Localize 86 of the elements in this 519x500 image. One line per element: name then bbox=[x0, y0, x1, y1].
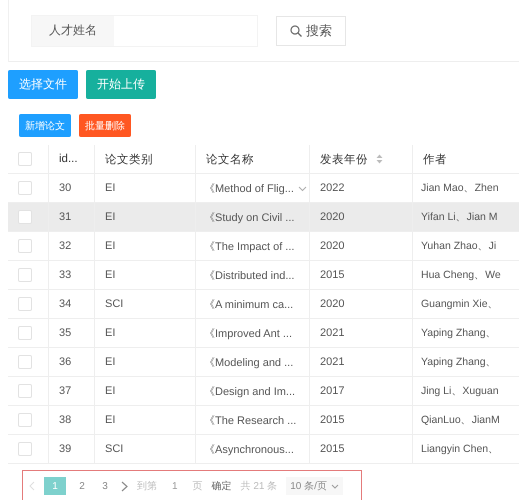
table-cell: EI bbox=[105, 269, 116, 281]
confirm-button[interactable]: 确定 bbox=[212, 479, 232, 493]
checkbox[interactable] bbox=[18, 268, 32, 282]
page-unit-label: 页 bbox=[192, 480, 203, 493]
checkbox[interactable] bbox=[18, 384, 32, 398]
table-row[interactable]: 39 SCI 《Asynchronous... 2015 Liangyin Chen、 bbox=[8, 434, 519, 464]
table-cell: Hua Cheng、We bbox=[421, 269, 501, 281]
table-cell: 35 bbox=[59, 327, 72, 339]
checkbox[interactable] bbox=[18, 442, 32, 456]
table-cell: 2015 bbox=[320, 443, 344, 455]
table-row[interactable]: 37 EI 《Design and Im... 2017 Jing Li、Xuguan bbox=[8, 376, 519, 406]
table-row[interactable]: 38 EI 《The Research ... 2015 QianLuo、JianM bbox=[8, 406, 519, 434]
table-cell: EI bbox=[105, 385, 116, 397]
table-cell: 《A minimum ca... bbox=[204, 298, 294, 310]
table-cell: 2017 bbox=[320, 385, 344, 397]
table-cell: EI bbox=[105, 182, 116, 194]
table-cell: Liangyin Chen、 bbox=[421, 443, 500, 455]
table-cell: EI bbox=[105, 414, 116, 426]
checkbox[interactable] bbox=[18, 297, 32, 311]
table-cell: 《Design and Im... bbox=[204, 386, 296, 398]
search-button[interactable]: 搜索 bbox=[276, 16, 346, 46]
table-cell: EI bbox=[105, 240, 116, 252]
table-cell: EI bbox=[105, 327, 116, 339]
chevron-right-icon[interactable] bbox=[121, 480, 128, 492]
goto-label: 到第 bbox=[137, 480, 157, 493]
table-cell: EI bbox=[105, 211, 116, 223]
table-cell: 2022 bbox=[320, 182, 344, 194]
table-cell: 2020 bbox=[320, 298, 344, 310]
table-cell: 34 bbox=[59, 298, 72, 310]
table-cell: Jing Li、Xuguan bbox=[421, 385, 499, 397]
table-cell: Guangmin Xie、 bbox=[421, 298, 499, 310]
table-cell: 30 bbox=[59, 182, 72, 194]
field-label: 人才姓名 bbox=[32, 16, 114, 46]
table-row[interactable]: 36 EI 《Modeling and ... 2021 Yaping Zhang、 bbox=[8, 348, 519, 376]
table-cell: 《Asynchronous... bbox=[204, 444, 294, 456]
table-row[interactable]: 35 EI 《Improved Ant ... 2021 Yaping Zhang、 bbox=[8, 318, 519, 348]
table-cell: SCI bbox=[105, 298, 124, 310]
sort-icon bbox=[376, 154, 383, 164]
table-cell: 《Modeling and ... bbox=[204, 356, 294, 368]
checkbox[interactable] bbox=[18, 326, 32, 340]
name-search-field[interactable]: 人才姓名 bbox=[31, 14, 258, 46]
table-row[interactable]: 31 EI 《Study on Civil ... 2020 Yifan Li、Jian M bbox=[8, 202, 519, 232]
table-row[interactable]: 33 EI 《Distributed ind... 2015 Hua Cheng、We bbox=[8, 260, 519, 290]
table-cell: 《Study on Civil ... bbox=[204, 212, 294, 224]
table-row[interactable]: 32 EI 《The Impact of ... 2020 Yuhan Zhao、Ji bbox=[8, 232, 519, 260]
chevron-down-icon[interactable] bbox=[298, 186, 307, 192]
table-cell: Yaping Zhang、 bbox=[421, 327, 497, 339]
checkbox[interactable] bbox=[18, 210, 32, 224]
table-row[interactable]: 34 SCI 《A minimum ca... 2020 Guangmin Xie、 bbox=[8, 290, 519, 318]
table-cell: 2020 bbox=[320, 240, 344, 252]
table-cell: 38 bbox=[59, 414, 72, 426]
checkbox[interactable] bbox=[18, 239, 32, 253]
table-cell: QianLuo、JianM bbox=[421, 414, 500, 426]
table-cell: 2020 bbox=[320, 211, 344, 223]
table-cell: 36 bbox=[59, 356, 72, 368]
chevron-left-icon bbox=[29, 481, 35, 491]
table-cell: Yaping Zhang、 bbox=[421, 356, 497, 368]
table-cell: 2015 bbox=[320, 269, 344, 281]
checkbox[interactable] bbox=[18, 181, 32, 195]
total-count: 共 21 条 bbox=[240, 480, 278, 493]
table-cell: 《The Impact of ... bbox=[204, 240, 294, 252]
table-cell: 31 bbox=[59, 211, 72, 223]
page-button[interactable]: 2 bbox=[75, 477, 89, 495]
table-cell: 2015 bbox=[320, 414, 344, 426]
table-cell: SCI bbox=[105, 443, 124, 455]
table-row[interactable]: 30 EI 《Method of Flig... 2022 Jian Mao、Zhen bbox=[8, 174, 519, 202]
table-cell: Yuhan Zhao、Ji bbox=[421, 240, 496, 252]
table-cell: 《The Research ... bbox=[204, 414, 296, 426]
table-cell: 32 bbox=[59, 240, 72, 252]
checkbox[interactable] bbox=[18, 413, 32, 427]
checkbox[interactable] bbox=[18, 152, 32, 166]
checkbox[interactable] bbox=[18, 355, 32, 369]
table-cell: 2021 bbox=[320, 356, 344, 368]
table-cell: 33 bbox=[59, 269, 72, 281]
table-cell: 《Improved Ant ... bbox=[204, 328, 292, 340]
table-cell: 《Method of Flig... bbox=[204, 182, 294, 194]
page-button[interactable]: 3 bbox=[98, 477, 112, 495]
table-cell: EI bbox=[105, 356, 116, 368]
table-cell: Jian Mao、Zhen bbox=[421, 182, 499, 194]
table-cell: 2021 bbox=[320, 327, 344, 339]
search-icon bbox=[290, 24, 302, 36]
table-cell: 39 bbox=[59, 443, 72, 455]
table-cell: 37 bbox=[59, 385, 72, 397]
chevron-down-icon bbox=[330, 484, 339, 488]
table-cell: 《Distributed ind... bbox=[204, 270, 294, 282]
table-cell: Yifan Li、Jian M bbox=[421, 211, 498, 223]
